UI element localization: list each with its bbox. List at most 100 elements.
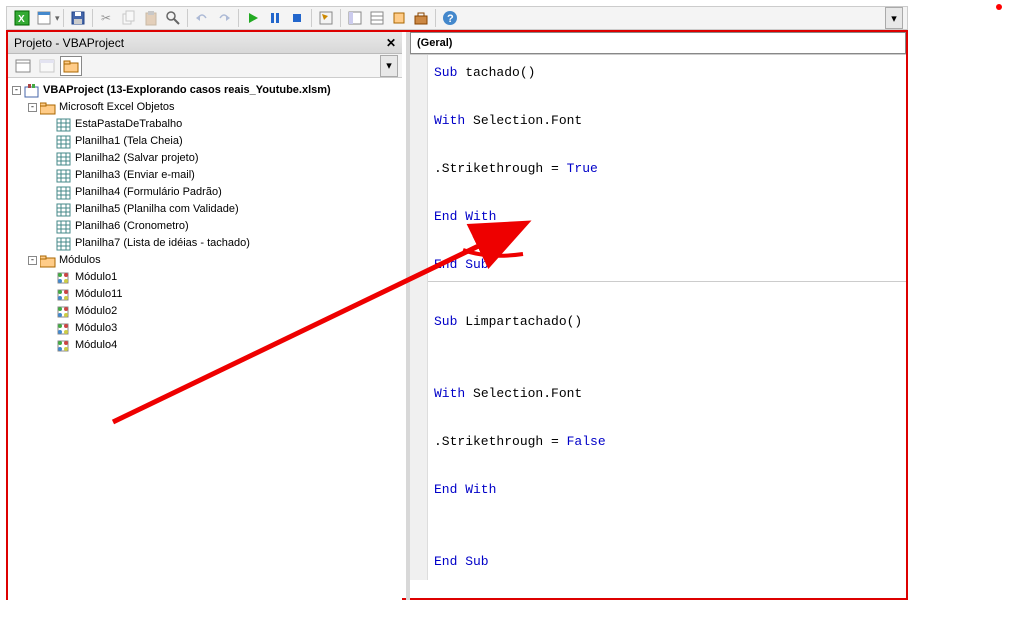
close-icon[interactable]: ✕ — [386, 36, 396, 50]
code-line — [434, 454, 902, 478]
redo-icon[interactable] — [214, 8, 234, 28]
stop-icon[interactable] — [287, 8, 307, 28]
tree-node[interactable]: Planilha5 (Planilha com Validade) — [12, 201, 402, 218]
code-line — [434, 85, 902, 109]
code-line: .Strikethrough = True — [434, 157, 902, 181]
object-browser-icon[interactable] — [389, 8, 409, 28]
tree-node[interactable]: EstaPastaDeTrabalho — [12, 116, 402, 133]
tree-item-label: Microsoft Excel Objetos — [59, 99, 175, 116]
excel-icon[interactable]: X — [12, 8, 32, 28]
tree-item-label: Planilha3 (Enviar e-mail) — [75, 167, 195, 184]
cut-icon[interactable]: ✂ — [97, 8, 117, 28]
tree-item-label: Módulo1 — [75, 269, 117, 286]
code-line: End With — [434, 205, 902, 229]
project-toolbar: ▾ — [8, 54, 402, 78]
view-object-icon[interactable] — [36, 56, 58, 76]
toolbox-icon[interactable] — [411, 8, 431, 28]
code-line — [434, 133, 902, 157]
tree-item-label: Planilha7 (Lista de idéias - tachado) — [75, 235, 250, 252]
design-icon[interactable] — [316, 8, 336, 28]
tree-item-icon — [56, 186, 72, 200]
code-line — [434, 229, 902, 253]
main-frame: Projeto - VBAProject ✕ ▾ -VBAProject (13… — [6, 30, 908, 600]
code-line: Sub tachado() — [434, 61, 902, 85]
tree-node[interactable]: Módulo2 — [12, 303, 402, 320]
code-scope-label: (Geral) — [417, 37, 452, 49]
tree-node[interactable]: Planilha2 (Salvar projeto) — [12, 150, 402, 167]
undo-icon[interactable] — [192, 8, 212, 28]
code-line — [434, 334, 902, 358]
save-icon[interactable] — [68, 8, 88, 28]
code-pane: (Geral) Sub tachado() With Selection.Fon… — [406, 32, 906, 600]
tree-item-label: Módulo3 — [75, 320, 117, 337]
tree-node[interactable]: Módulo3 — [12, 320, 402, 337]
tree-item-icon — [56, 305, 72, 319]
tree-node[interactable]: Planilha6 (Cronometro) — [12, 218, 402, 235]
tree-node[interactable]: Planilha4 (Formulário Padrão) — [12, 184, 402, 201]
tree-item-label: Planilha2 (Salvar projeto) — [75, 150, 199, 167]
code-editor[interactable]: Sub tachado() With Selection.Font .Strik… — [410, 54, 906, 580]
code-line: End Sub — [434, 550, 902, 574]
project-explorer-pane: Projeto - VBAProject ✕ ▾ -VBAProject (13… — [8, 32, 402, 600]
red-dot-indicator — [996, 4, 1002, 10]
code-scope-dropdown[interactable]: (Geral) — [410, 32, 906, 54]
run-icon[interactable] — [243, 8, 263, 28]
svg-text:✂: ✂ — [101, 11, 111, 25]
copy-icon[interactable] — [119, 8, 139, 28]
code-line: End With — [434, 478, 902, 502]
tree-node[interactable]: Planilha3 (Enviar e-mail) — [12, 167, 402, 184]
tree-node[interactable]: Planilha7 (Lista de idéias - tachado) — [12, 235, 402, 252]
project-tree[interactable]: -VBAProject (13-Explorando casos reais_Y… — [8, 78, 402, 598]
tree-node[interactable]: - Módulos — [12, 252, 402, 269]
tree-node[interactable]: Módulo11 — [12, 286, 402, 303]
toolbar-overflow-icon[interactable]: ▾ — [885, 7, 903, 29]
properties-icon[interactable] — [367, 8, 387, 28]
tree-node[interactable]: - Microsoft Excel Objetos — [12, 99, 402, 116]
tree-item-icon — [56, 118, 72, 132]
tree-item-icon — [56, 220, 72, 234]
paste-icon[interactable] — [141, 8, 161, 28]
code-line: End Sub — [434, 253, 902, 277]
tree-node[interactable]: -VBAProject (13-Explorando casos reais_Y… — [12, 82, 402, 99]
project-toolbar-overflow-icon[interactable]: ▾ — [380, 55, 398, 77]
code-line — [434, 358, 902, 382]
code-line — [434, 286, 902, 310]
code-margin — [410, 55, 428, 580]
pause-icon[interactable] — [265, 8, 285, 28]
tree-item-label: Módulo4 — [75, 337, 117, 354]
project-title-bar: Projeto - VBAProject ✕ — [8, 32, 402, 54]
tree-item-icon — [56, 339, 72, 353]
tree-node[interactable]: Módulo1 — [12, 269, 402, 286]
tree-item-icon — [56, 152, 72, 166]
project-explorer-icon[interactable] — [345, 8, 365, 28]
tree-item-icon — [56, 169, 72, 183]
toggle-folders-icon[interactable] — [60, 56, 82, 76]
tree-item-label: Módulos — [59, 252, 101, 269]
expand-icon[interactable]: - — [28, 103, 37, 112]
code-line: .Strikethrough = False — [434, 430, 902, 454]
view-code-icon[interactable] — [12, 56, 34, 76]
expand-icon[interactable]: - — [28, 256, 37, 265]
main-toolbar: X ▾ ✂ ? ▾ — [6, 6, 908, 30]
tree-item-icon — [56, 237, 72, 251]
tree-item-label: EstaPastaDeTrabalho — [75, 116, 182, 133]
tree-item-icon — [56, 271, 72, 285]
code-line — [434, 406, 902, 430]
project-title-text: Projeto - VBAProject — [14, 36, 124, 50]
expand-icon[interactable]: - — [12, 86, 21, 95]
svg-text:X: X — [18, 14, 25, 25]
tree-item-label: Planilha1 (Tela Cheia) — [75, 133, 183, 150]
code-line — [434, 526, 902, 550]
form-icon[interactable] — [34, 8, 54, 28]
tree-item-label: Módulo11 — [75, 286, 123, 303]
tree-node[interactable]: Planilha1 (Tela Cheia) — [12, 133, 402, 150]
tree-item-label: Planilha4 (Formulário Padrão) — [75, 184, 222, 201]
help-icon[interactable]: ? — [440, 8, 460, 28]
tree-node[interactable]: Módulo4 — [12, 337, 402, 354]
find-icon[interactable] — [163, 8, 183, 28]
code-line: With Selection.Font — [434, 109, 902, 133]
tree-item-icon — [56, 322, 72, 336]
tree-item-icon — [40, 254, 56, 268]
code-line: With Selection.Font — [434, 382, 902, 406]
tree-item-icon — [24, 84, 40, 98]
